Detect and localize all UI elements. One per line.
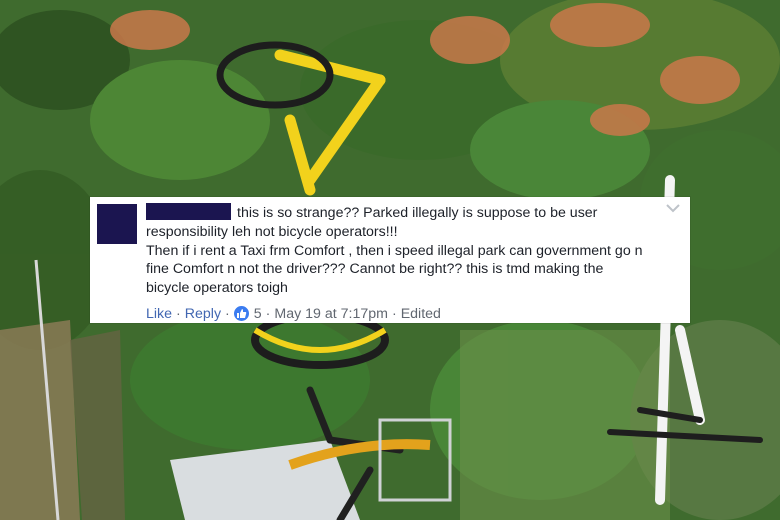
comment-line-2: responsibility leh not bicycle operators… bbox=[146, 223, 398, 240]
separator: · bbox=[176, 305, 181, 322]
edited-label[interactable]: Edited bbox=[401, 306, 441, 322]
comment-line-5: bicycle operators toigh bbox=[146, 280, 288, 297]
comment-line-1: this is so strange?? Parked illegally is… bbox=[237, 205, 598, 221]
reaction-count[interactable]: 5 bbox=[254, 306, 262, 322]
redacted-author-name[interactable] bbox=[146, 203, 231, 220]
thumbs-up-icon[interactable] bbox=[233, 306, 249, 322]
like-link[interactable]: Like bbox=[146, 306, 172, 322]
separator: · bbox=[265, 305, 271, 322]
timestamp-link[interactable]: May 19 at 7:17pm bbox=[274, 306, 388, 322]
comment-line-4: fine Comfort n not the driver??? Cannot … bbox=[146, 261, 604, 278]
separator: · bbox=[225, 305, 230, 322]
reply-link[interactable]: Reply bbox=[185, 306, 221, 322]
separator: · bbox=[391, 305, 397, 322]
comment-line-3: Then if i rent a Taxi frm Comfort , then… bbox=[146, 242, 643, 259]
comment-body: this is so strange?? Parked illegally is… bbox=[146, 203, 680, 298]
chevron-down-icon[interactable] bbox=[664, 201, 682, 215]
avatar[interactable] bbox=[97, 204, 137, 244]
comment-actions: Like · Reply · 5 · May 19 at 7:17pm · Ed… bbox=[146, 306, 680, 322]
facebook-comment: this is so strange?? Parked illegally is… bbox=[90, 197, 690, 323]
